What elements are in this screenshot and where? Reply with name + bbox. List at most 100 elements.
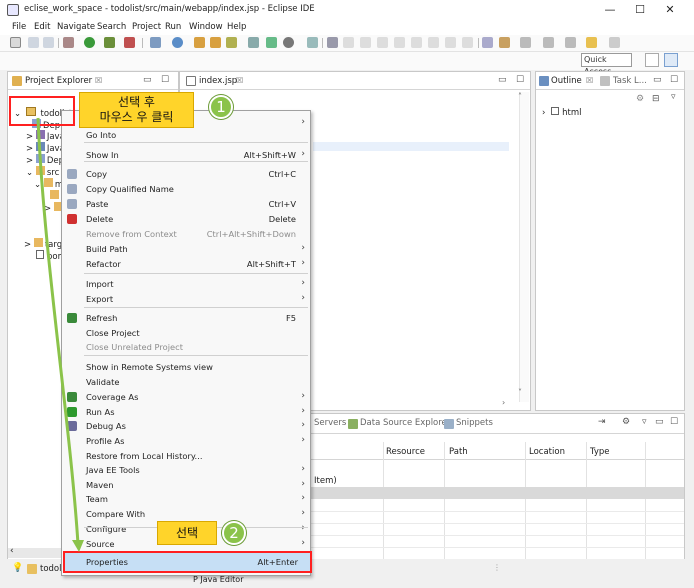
menu-help[interactable]: Help: [227, 22, 246, 32]
column-path[interactable]: Path: [449, 447, 468, 457]
quick-access-input[interactable]: Quick Access: [581, 53, 632, 76]
menu-item-show-in[interactable]: Show In Alt+Shift+W ›: [62, 148, 310, 162]
properties-highlight[interactable]: Properties Alt+Enter: [63, 551, 312, 573]
close-tab-icon[interactable]: ☒: [236, 76, 243, 85]
back-history-icon[interactable]: [586, 37, 597, 48]
maximize-view-icon[interactable]: ☐: [161, 75, 169, 85]
menu-search[interactable]: Search: [97, 22, 126, 32]
column-resource[interactable]: Resource: [386, 447, 425, 457]
menu-item-build-path[interactable]: Build Path ›: [62, 242, 310, 256]
maximize-view-icon[interactable]: ☐: [670, 75, 678, 85]
scroll-right-icon[interactable]: ›: [502, 398, 505, 407]
maximize-view-icon[interactable]: ☐: [516, 75, 524, 85]
properties-label[interactable]: Properties: [86, 557, 128, 567]
close-tab-icon[interactable]: ☒: [95, 76, 102, 85]
tree-item[interactable]: ⌄ m: [34, 178, 63, 190]
forward-icon[interactable]: [609, 37, 620, 48]
tree-expander[interactable]: >: [26, 144, 33, 154]
run-icon[interactable]: [84, 37, 95, 48]
tab-servers[interactable]: Servers: [314, 418, 346, 428]
menu-item-compare-with[interactable]: Compare With ›: [62, 507, 310, 521]
tree-expander[interactable]: ⌄: [26, 168, 33, 178]
outline-tab[interactable]: Outline: [551, 76, 582, 86]
use-step-filters-icon[interactable]: [482, 37, 493, 48]
menu-item-remove-from-context[interactable]: Remove from Context Ctrl+Alt+Shift+Down: [62, 227, 310, 241]
tree-expander[interactable]: >: [44, 204, 51, 214]
scroll-left-icon[interactable]: ‹: [10, 546, 14, 556]
menu-item-team[interactable]: Team ›: [62, 492, 310, 506]
minimize-button[interactable]: —: [596, 2, 624, 18]
open-task-icon[interactable]: [210, 37, 221, 48]
menu-item-go-into[interactable]: Go Into: [62, 128, 310, 142]
last-edit-icon[interactable]: [543, 37, 554, 48]
scroll-down-icon[interactable]: ˅: [518, 388, 522, 397]
save-icon[interactable]: [28, 37, 39, 48]
view-menu-icon[interactable]: ▿: [671, 92, 676, 102]
minimize-view-icon[interactable]: ▭: [653, 75, 662, 85]
vertical-scrollbar[interactable]: [519, 92, 529, 402]
column-location[interactable]: Location: [529, 447, 565, 457]
tree-expander[interactable]: >: [26, 156, 33, 166]
menu-item-delete[interactable]: Delete Delete: [62, 212, 310, 226]
menu-item-close-project[interactable]: Close Project: [62, 326, 310, 340]
project-explorer-tab[interactable]: Project Explorer: [25, 76, 92, 86]
menu-item-paste[interactable]: Paste Ctrl+V: [62, 197, 310, 211]
menu-item-copy-qualified-name[interactable]: Copy Qualified Name: [62, 182, 310, 196]
tree-item[interactable]: > Java: [26, 130, 65, 142]
menu-item-show-in-remote-systems-view[interactable]: Show in Remote Systems view: [62, 360, 310, 374]
menu-item-refresh[interactable]: Refresh F5: [62, 311, 310, 325]
annotation-icon[interactable]: [248, 37, 259, 48]
editor-tab-index-jsp[interactable]: index.jsp: [199, 76, 237, 86]
menu-item-java-ee-tools[interactable]: Java EE Tools ›: [62, 463, 310, 477]
tab-snippets[interactable]: Snippets: [456, 418, 493, 428]
toggle-icon[interactable]: [307, 37, 318, 48]
maximize-view-icon[interactable]: ☐: [670, 417, 678, 427]
filter-icon[interactable]: ⚙: [622, 417, 630, 427]
back-icon[interactable]: [565, 37, 576, 48]
menu-item-coverage-as[interactable]: Coverage As ›: [62, 390, 310, 404]
menu-item-debug-as[interactable]: Debug As ›: [62, 419, 310, 433]
scroll-up-icon[interactable]: ˄: [518, 92, 522, 101]
tab-data-source-explorer[interactable]: Data Source Explorer: [360, 418, 450, 428]
new-package-icon[interactable]: [172, 37, 183, 48]
tree-item[interactable]: > Java: [26, 142, 65, 154]
open-type-icon[interactable]: [194, 37, 205, 48]
prev-annotation-icon[interactable]: [520, 37, 531, 48]
tree-item[interactable]: [50, 190, 61, 202]
new-java-project-icon[interactable]: [150, 37, 161, 48]
minimize-view-icon[interactable]: ▭: [655, 417, 664, 427]
tree-item[interactable]: ⌄ src: [26, 166, 59, 178]
menu-edit[interactable]: Edit: [34, 22, 50, 32]
save-all-icon[interactable]: [43, 37, 54, 48]
minimize-view-icon[interactable]: ▭: [498, 75, 507, 85]
debug-icon[interactable]: [63, 37, 74, 48]
terminal-icon[interactable]: [266, 37, 277, 48]
menu-run[interactable]: Run: [165, 22, 181, 32]
open-perspective-icon[interactable]: [645, 53, 659, 67]
collapse-all-icon[interactable]: ⊟: [652, 94, 660, 104]
coverage-icon[interactable]: [124, 37, 135, 48]
menu-item-restore-from-local-history[interactable]: Restore from Local History...: [62, 449, 310, 463]
tree-expander[interactable]: >: [24, 240, 31, 250]
close-tab-icon[interactable]: ☒: [586, 76, 593, 85]
new-icon[interactable]: [10, 37, 21, 48]
maximize-button[interactable]: ☐: [626, 2, 654, 18]
tree-item[interactable]: > Dep: [26, 154, 64, 166]
menu-item-profile-as[interactable]: Profile As ›: [62, 434, 310, 448]
menu-navigate[interactable]: Navigate: [57, 22, 95, 32]
view-menu-icon[interactable]: ▿: [642, 417, 647, 427]
tree-expander[interactable]: >: [26, 132, 33, 142]
filter-icon[interactable]: ⚙: [636, 94, 644, 104]
menu-item-import[interactable]: Import ›: [62, 277, 310, 291]
outline-item-html[interactable]: › html: [542, 107, 581, 118]
tree-expander[interactable]: ⌄: [34, 180, 41, 190]
step-icon[interactable]: [327, 37, 338, 48]
toolbar-icon[interactable]: ⇥: [598, 417, 606, 427]
open-console-icon[interactable]: [283, 37, 294, 48]
search-icon[interactable]: [226, 37, 237, 48]
menu-item-export[interactable]: Export ›: [62, 292, 310, 306]
menu-project[interactable]: Project: [132, 22, 161, 32]
menu-item-copy[interactable]: Copy Ctrl+C: [62, 167, 310, 181]
menu-item-run-as[interactable]: Run As ›: [62, 405, 310, 419]
close-button[interactable]: ✕: [656, 2, 684, 18]
